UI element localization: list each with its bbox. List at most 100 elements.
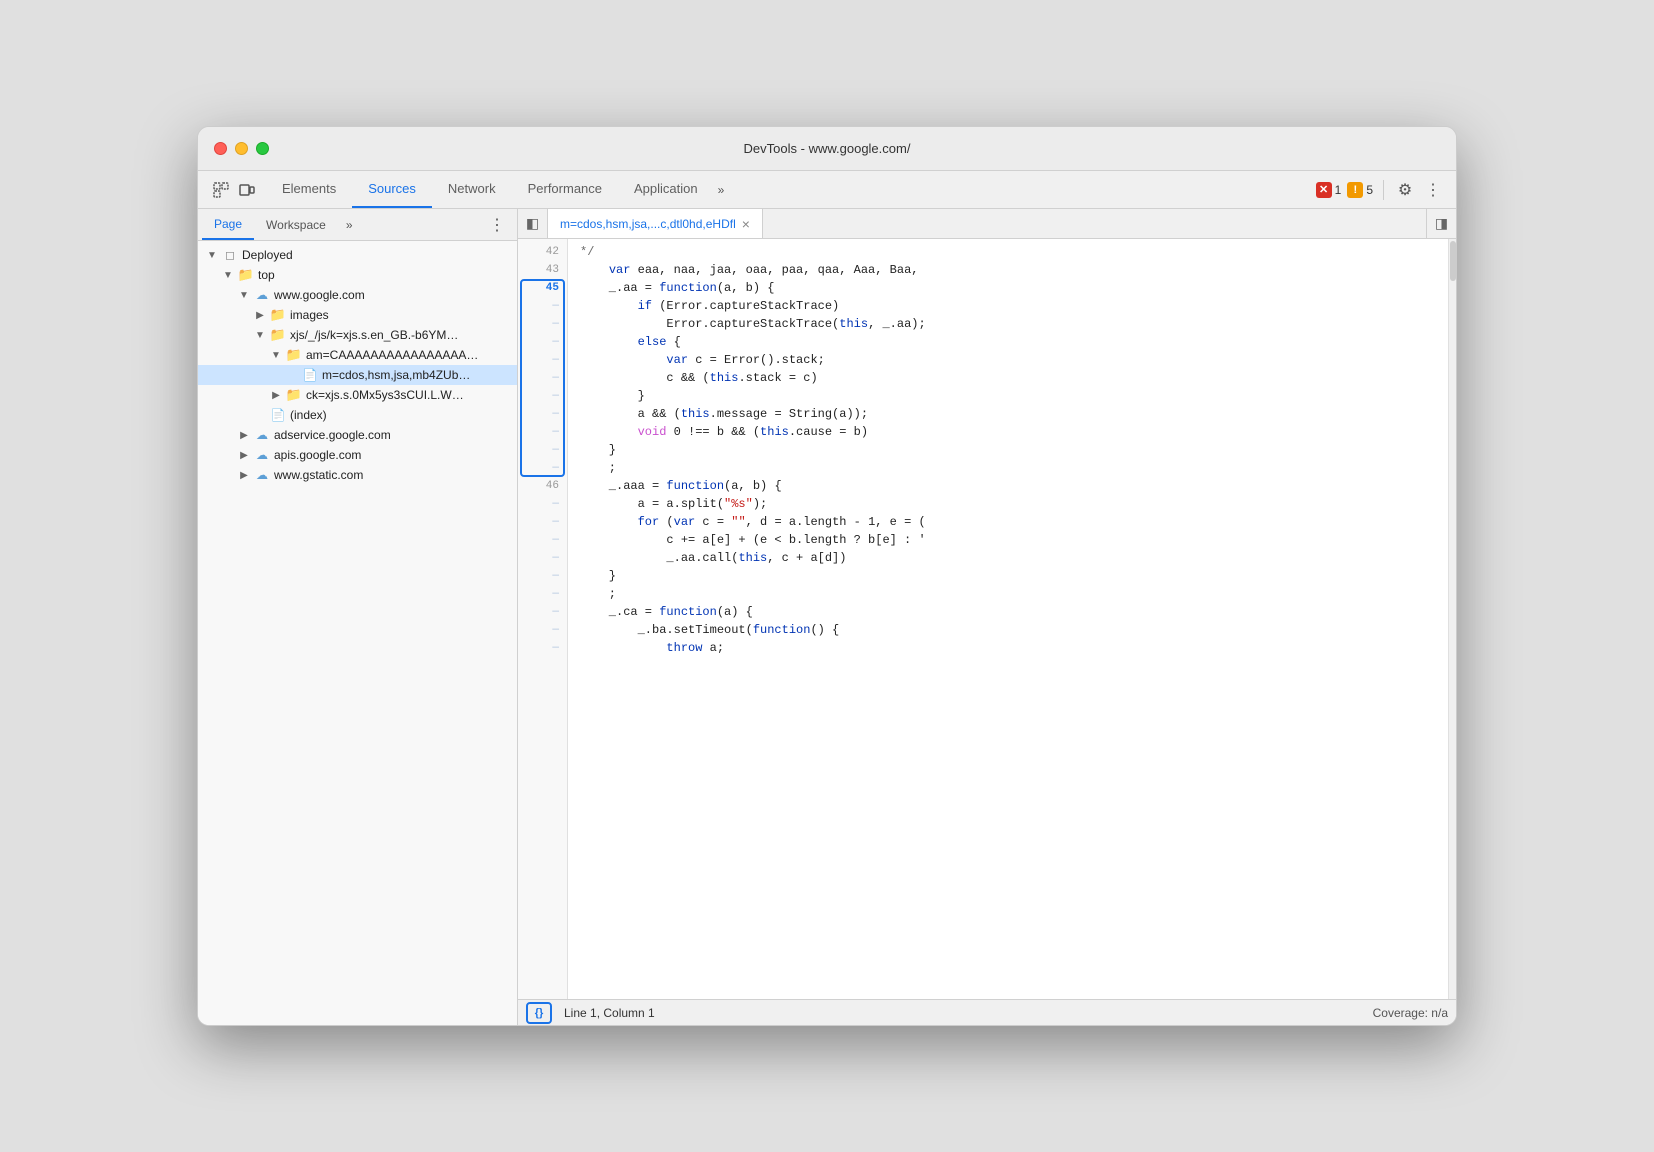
editor-tab-close-button[interactable]: × xyxy=(742,216,750,232)
tab-workspace[interactable]: Workspace xyxy=(254,209,338,240)
code-token: c = xyxy=(695,513,731,531)
code-token xyxy=(580,513,638,531)
code-token: var xyxy=(666,351,688,369)
code-line: var eaa, naa, jaa, oaa, paa, qaa, Aaa, B… xyxy=(580,261,1436,279)
code-token xyxy=(580,333,638,351)
tree-item[interactable]: ▶☁www.gstatic.com xyxy=(198,465,517,485)
code-token: _.ba.setTimeout( xyxy=(580,621,753,639)
more-tabs-button[interactable]: » xyxy=(714,171,729,208)
tree-item-label: www.google.com xyxy=(274,288,365,302)
code-token: this xyxy=(839,315,868,333)
format-button[interactable]: {} xyxy=(526,1002,552,1024)
code-token: if xyxy=(638,297,652,315)
more-panel-tabs-button[interactable]: » xyxy=(338,209,361,240)
code-token: ( xyxy=(659,513,673,531)
code-token: throw xyxy=(666,639,702,657)
code-token: _.aaa = xyxy=(580,477,666,495)
tree-arrow: ▶ xyxy=(238,449,250,461)
code-token: , d = a.length - 1, e = ( xyxy=(746,513,926,531)
code-area: 424345——————————46————————— */ var eaa, … xyxy=(518,239,1456,999)
box-icon: ◻ xyxy=(222,247,238,263)
tree-item-label: am=CAAAAAAAAAAAAAAAA… xyxy=(306,348,478,362)
traffic-lights xyxy=(214,142,269,155)
code-token: Error.captureStackTrace( xyxy=(580,315,839,333)
code-line: _.ca = function(a) { xyxy=(580,603,1436,621)
tree-item[interactable]: ▶📁images xyxy=(198,305,517,325)
code-token: function xyxy=(753,621,811,639)
tree-item[interactable]: ▼📁am=CAAAAAAAAAAAAAAAA… xyxy=(198,345,517,365)
tree-arrow: ▶ xyxy=(238,469,250,481)
code-line: var c = Error().stack; xyxy=(580,351,1436,369)
devtools-window: DevTools - www.google.com/ xyxy=(197,126,1457,1026)
code-line: _.aaa = function(a, b) { xyxy=(580,477,1436,495)
tree-item[interactable]: ▼📁top xyxy=(198,265,517,285)
tree-item[interactable]: ▼ ☁ www.google.com xyxy=(198,285,517,305)
sidebar-toggle-button[interactable]: ◧ xyxy=(518,209,548,238)
tab-sources[interactable]: Sources xyxy=(352,171,432,208)
warning-icon: ! xyxy=(1347,182,1363,198)
tab-network[interactable]: Network xyxy=(432,171,512,208)
line-number: — xyxy=(518,621,567,639)
code-line: if (Error.captureStackTrace) xyxy=(580,297,1436,315)
minimize-button[interactable] xyxy=(235,142,248,155)
folder-icon: 📁 xyxy=(270,327,286,343)
tab-application[interactable]: Application xyxy=(618,171,714,208)
device-mode-icon[interactable] xyxy=(236,179,258,201)
scrollbar-thumb[interactable] xyxy=(1450,241,1456,281)
code-token: a; xyxy=(702,639,724,657)
tree-item[interactable]: ▶📁ck=xjs.s.0Mx5ys3sCUI.L.W… xyxy=(198,385,517,405)
editor-collapse-button[interactable]: ◨ xyxy=(1426,209,1456,238)
code-token: (a) { xyxy=(717,603,753,621)
tree-item[interactable]: ▼◻Deployed xyxy=(198,245,517,265)
settings-icon[interactable]: ⚙ xyxy=(1394,179,1416,201)
code-token: "%s" xyxy=(724,495,753,513)
code-content[interactable]: */ var eaa, naa, jaa, oaa, paa, qaa, Aaa… xyxy=(568,239,1448,999)
line-number: 42 xyxy=(518,243,567,261)
file-icon: 📄 xyxy=(302,367,318,383)
code-token xyxy=(580,639,666,657)
error-icon: ✕ xyxy=(1316,182,1332,198)
code-token: var xyxy=(609,261,631,279)
close-button[interactable] xyxy=(214,142,227,155)
warning-badge: ! 5 xyxy=(1347,182,1373,198)
tree-item[interactable]: 📄m=cdos,hsm,jsa,mb4ZUb… xyxy=(198,365,517,385)
warning-count: 5 xyxy=(1366,183,1373,197)
code-line: } xyxy=(580,441,1436,459)
line-number: — xyxy=(518,315,567,333)
tree-arrow-empty xyxy=(254,409,266,421)
tree-item[interactable]: ▼📁xjs/_/js/k=xjs.s.en_GB.-b6YM… xyxy=(198,325,517,345)
tab-page[interactable]: Page xyxy=(202,209,254,240)
scrollbar-vertical[interactable] xyxy=(1448,239,1456,999)
tab-performance[interactable]: Performance xyxy=(512,171,618,208)
line-number: — xyxy=(518,423,567,441)
code-token: } xyxy=(580,567,616,585)
folder-icon: 📁 xyxy=(238,267,254,283)
globe-icon: ☁ xyxy=(254,287,270,303)
tree-item[interactable]: ▶☁adservice.google.com xyxy=(198,425,517,445)
code-token: { xyxy=(666,333,680,351)
inspect-element-icon[interactable] xyxy=(210,179,232,201)
code-line: } xyxy=(580,567,1436,585)
code-token: .cause = b) xyxy=(789,423,868,441)
tree-arrow: ▼ xyxy=(238,289,250,301)
panel-menu-button[interactable]: ⋮ xyxy=(481,209,513,240)
tree-item-label: xjs/_/js/k=xjs.s.en_GB.-b6YM… xyxy=(290,328,458,342)
code-token: "" xyxy=(731,513,745,531)
code-line: Error.captureStackTrace(this, _.aa); xyxy=(580,315,1436,333)
code-token xyxy=(580,351,666,369)
tab-elements[interactable]: Elements xyxy=(266,171,352,208)
code-token: function xyxy=(659,603,717,621)
tree-item[interactable]: 📄(index) xyxy=(198,405,517,425)
line-number: — xyxy=(518,549,567,567)
more-options-icon[interactable]: ⋮ xyxy=(1422,179,1444,201)
code-token: this xyxy=(760,423,789,441)
code-token: else xyxy=(638,333,667,351)
code-line: a = a.split("%s"); xyxy=(580,495,1436,513)
line-number: 43 xyxy=(518,261,567,279)
code-token: .stack = c) xyxy=(738,369,817,387)
maximize-button[interactable] xyxy=(256,142,269,155)
tree-item[interactable]: ▶☁apis.google.com xyxy=(198,445,517,465)
code-token: c += a[e] + (e < b.length ? b[e] : ' xyxy=(580,531,926,549)
editor-tab-active[interactable]: m=cdos,hsm,jsa,...c,dtl0hd,eHDfl × xyxy=(548,209,763,238)
line-number: — xyxy=(518,495,567,513)
